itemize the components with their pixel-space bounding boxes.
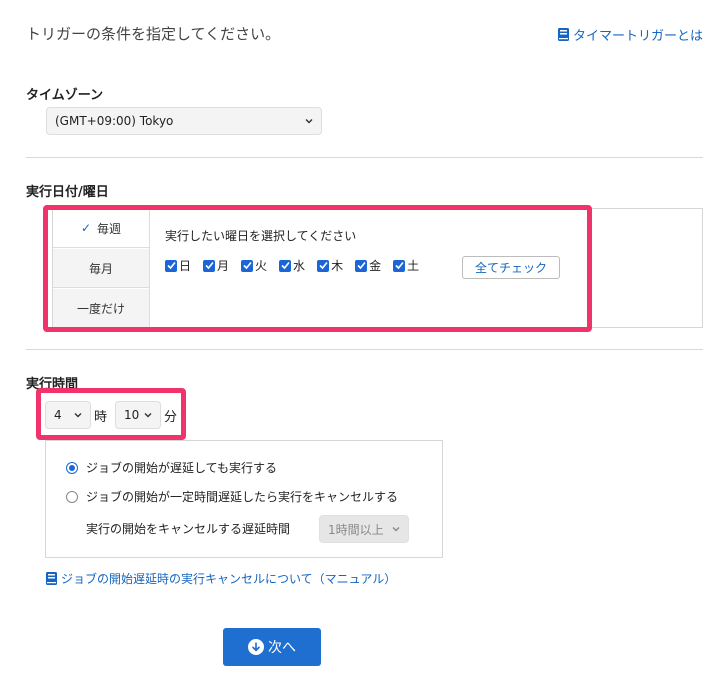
page-instruction: トリガーの条件を指定してください。 xyxy=(26,25,281,43)
cancel-delay-select[interactable]: 1時間以上 xyxy=(319,515,409,543)
schedule-highlight xyxy=(43,205,592,332)
manual-link[interactable]: ジョブの開始遅延時の実行キャンセルについて（マニュアル） xyxy=(46,570,396,587)
cancel-delay-label: 実行の開始をキャンセルする遅延時間 xyxy=(86,522,291,536)
manual-link-label[interactable]: ジョブの開始遅延時の実行キャンセルについて（マニュアル） xyxy=(61,570,396,587)
exec-time-highlight xyxy=(36,388,186,440)
option-run-anyway[interactable]: ジョブの開始が遅延しても実行する xyxy=(66,459,277,476)
timezone-select[interactable]: (GMT+09:00) Tokyo xyxy=(46,107,322,135)
delay-options-panel: ジョブの開始が遅延しても実行する ジョブの開始が一定時間遅延したら実行をキャンセ… xyxy=(45,440,443,558)
chevron-down-icon xyxy=(305,119,313,124)
timer-trigger-help-link[interactable]: タイマートリガーとは xyxy=(557,25,703,44)
divider xyxy=(26,157,703,158)
timezone-label: タイムゾーン xyxy=(26,88,104,103)
cancel-delay-select-value: 1時間以上 xyxy=(328,522,384,537)
radio-unselected-icon[interactable] xyxy=(66,490,78,503)
radio-selected-icon[interactable] xyxy=(66,461,78,474)
help-link-label[interactable]: タイマートリガーとは xyxy=(573,25,703,44)
timezone-select-value: (GMT+09:00) Tokyo xyxy=(55,114,174,128)
schedule-label: 実行日付/曜日 xyxy=(26,185,109,200)
book-icon xyxy=(46,572,57,585)
divider xyxy=(26,349,703,350)
option-run-anyway-label: ジョブの開始が遅延しても実行する xyxy=(86,461,278,475)
book-icon xyxy=(557,28,569,41)
arrow-down-circle-icon xyxy=(248,639,264,655)
chevron-down-icon xyxy=(392,527,400,532)
next-button[interactable]: 次へ xyxy=(223,628,321,666)
next-button-label: 次へ xyxy=(268,640,296,656)
option-cancel-on-delay-label: ジョブの開始が一定時間遅延したら実行をキャンセルする xyxy=(86,490,399,504)
option-cancel-on-delay[interactable]: ジョブの開始が一定時間遅延したら実行をキャンセルする xyxy=(66,488,398,505)
